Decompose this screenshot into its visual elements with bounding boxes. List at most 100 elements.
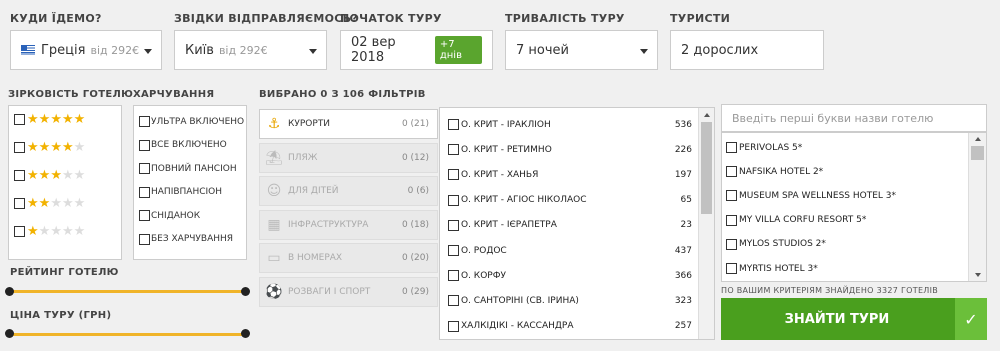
checkbox[interactable] [448, 320, 459, 332]
resort-name: о. Родос [461, 245, 507, 256]
star-rating: ★ ★ ★ ★ ★ [27, 113, 85, 126]
checkbox[interactable] [448, 270, 459, 282]
checkbox[interactable] [139, 186, 150, 198]
stars-option[interactable]: ★ ★ ★ ★ ★ [14, 197, 85, 210]
meal-option[interactable]: повний пансіон [139, 163, 237, 174]
scroll-thumb[interactable] [971, 146, 984, 160]
category-label: курорти [288, 119, 331, 129]
departure-select[interactable]: Київ від 292€ [174, 30, 327, 70]
checkbox[interactable] [448, 295, 459, 307]
resort-option[interactable]: о. Санторіні (Св. Ірина) 323 [448, 295, 692, 307]
checkbox[interactable] [448, 245, 459, 256]
start-date-field[interactable]: 02 вер 2018 +7 днів [340, 30, 493, 70]
resorts-scrollbar[interactable] [698, 108, 714, 339]
find-tours-button[interactable]: ЗНАЙТИ ТУРИ ✓ [721, 298, 987, 340]
hotels-scrollbar[interactable] [968, 133, 986, 281]
meals-panel: ультра включено все включено повний пансіо… [133, 105, 247, 260]
hotel-option[interactable]: Nafsika Hotel 2* [726, 166, 823, 178]
star-icon: ★ [61, 140, 74, 155]
checkbox[interactable] [726, 166, 737, 178]
category-tab[interactable]: ⛱ пляж 0 (12) [259, 142, 438, 173]
resort-name: о. Крит - Ретимно [461, 144, 552, 155]
scroll-down-icon[interactable] [974, 273, 981, 277]
stars-option[interactable]: ★ ★ ★ ★ ★ [14, 141, 85, 154]
checkbox[interactable] [448, 194, 459, 206]
found-hotels-text: ПО ВАШИМ КРИТЕРІЯМ ЗНАЙДЕНО 3327 ГОТЕЛІВ [721, 286, 939, 295]
hotel-option[interactable]: Mylos Studios 2* [726, 238, 826, 250]
scroll-thumb[interactable] [701, 122, 712, 214]
star-icon: ★ [38, 140, 51, 155]
hotel-search-input[interactable]: Введіть перші букви назви готелю [721, 104, 987, 132]
scroll-up-icon[interactable] [974, 137, 981, 141]
star-icon: ★ [27, 112, 39, 127]
meal-option[interactable]: без харчування [139, 233, 233, 245]
checkbox[interactable] [139, 139, 150, 151]
rating-max-handle[interactable] [241, 287, 250, 296]
resort-option[interactable]: о. Корфу 366 [448, 270, 692, 282]
checkbox[interactable] [139, 163, 150, 174]
hotel-option[interactable]: My Villa Corfu Resort 5* [726, 214, 866, 226]
checkbox[interactable] [726, 142, 737, 153]
scroll-up-icon[interactable] [703, 113, 710, 117]
hotel-option[interactable]: Perivolas 5* [726, 142, 802, 153]
resort-option[interactable]: о. Крит - Агіос Ніколаос 65 [448, 194, 692, 206]
rating-slider[interactable] [9, 290, 247, 293]
checkbox[interactable] [726, 263, 737, 274]
rating-min-handle[interactable] [5, 287, 14, 296]
stars-option[interactable]: ★ ★ ★ ★ ★ [14, 113, 85, 126]
star-icon: ★ [61, 196, 74, 211]
star-icon: ★ [38, 196, 51, 211]
checkbox[interactable] [14, 226, 25, 237]
checkbox[interactable] [14, 170, 25, 181]
hotel-option[interactable]: Myrtis Hotel 3* [726, 263, 818, 274]
destination-select[interactable]: Греція від 292€ [10, 30, 162, 70]
chevron-down-icon [144, 49, 152, 54]
resort-option[interactable]: Халкідікі - Кассандра 257 [448, 320, 692, 332]
meal-option[interactable]: сніданок [139, 210, 200, 221]
star-icon: ★ [50, 224, 62, 239]
star-icon: ★ [61, 112, 74, 127]
category-tab[interactable]: ▦ інфраструктура 0 (18) [259, 209, 438, 240]
price-min-handle[interactable] [5, 329, 14, 338]
checkbox[interactable] [448, 169, 459, 181]
resort-count: 366 [674, 270, 692, 281]
category-count: 0 (20) [401, 253, 429, 263]
checkbox[interactable] [14, 198, 25, 209]
stars-option[interactable]: ★ ★ ★ ★ ★ [14, 225, 85, 238]
resort-option[interactable]: о. Крит - Ієрапетра 23 [448, 219, 692, 231]
checkbox[interactable] [139, 233, 150, 245]
checkbox[interactable] [448, 144, 459, 156]
meal-option[interactable]: напівпансіон [139, 186, 222, 198]
chevron-down-icon [640, 49, 648, 54]
meal-option[interactable]: все включено [139, 139, 227, 151]
category-tab[interactable]: ⚽ розваги і спорт 0 (29) [259, 276, 438, 307]
price-slider[interactable] [9, 333, 247, 336]
checkbox[interactable] [726, 190, 737, 202]
resort-option[interactable]: о. Родос 437 [448, 245, 692, 256]
resort-option[interactable]: о. Крит - Іракліон 536 [448, 119, 692, 130]
category-tab[interactable]: ☺ для дітей 0 (6) [259, 176, 438, 206]
checkbox[interactable] [14, 142, 25, 153]
meal-option[interactable]: ультра включено [139, 116, 244, 127]
tourists-field[interactable]: 2 дорослих [670, 30, 824, 70]
checkbox[interactable] [726, 214, 737, 226]
checkbox[interactable] [726, 238, 737, 250]
stars-option[interactable]: ★ ★ ★ ★ ★ [14, 169, 85, 182]
checkbox[interactable] [139, 116, 150, 127]
checkbox[interactable] [14, 114, 25, 125]
star-icon: ★ [61, 168, 74, 183]
resort-option[interactable]: о. Крит - Ханья 197 [448, 169, 692, 181]
duration-select[interactable]: 7 ночей [505, 30, 658, 70]
sport-icon: ⚽ [265, 283, 283, 300]
category-tab[interactable]: ▭ в номерах 0 (20) [259, 243, 438, 273]
price-max-handle[interactable] [241, 329, 250, 338]
category-tab[interactable]: ⚓ курорти 0 (21) [259, 109, 438, 139]
category-count: 0 (18) [401, 219, 429, 230]
resort-count: 536 [674, 119, 692, 130]
checkbox[interactable] [448, 219, 459, 231]
checkbox[interactable] [448, 119, 459, 130]
stars-label: ЗІРКОВІСТЬ ГОТЕЛЮ [8, 89, 134, 100]
resort-option[interactable]: о. Крит - Ретимно 226 [448, 144, 692, 156]
checkbox[interactable] [139, 210, 150, 221]
hotel-option[interactable]: Museum Spa Wellness Hotel 3* [726, 190, 896, 202]
